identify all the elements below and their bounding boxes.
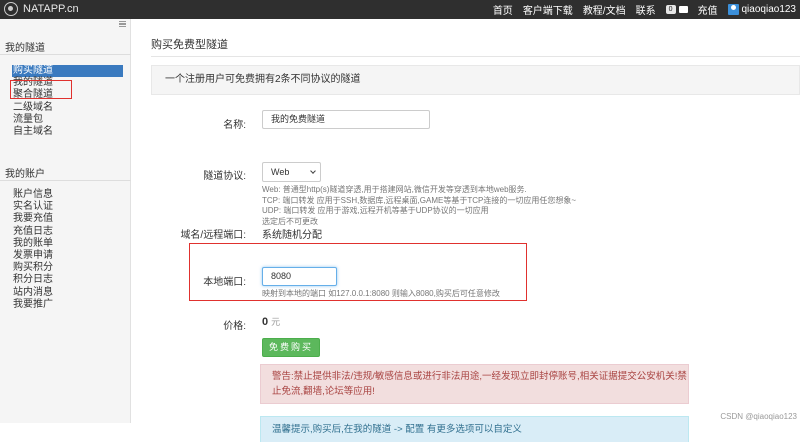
sidebar-item-verification[interactable]: 实名认证 — [13, 201, 123, 213]
protocol-help: Web: 普通型http(s)隧道穿透,用于搭建网站,微信开发等穿透到本地web… — [262, 185, 576, 227]
tunnel-name-input[interactable]: 我的免费隧道 — [262, 110, 430, 129]
user-menu[interactable]: qiaoqiao123 — [728, 4, 797, 15]
logo-icon — [4, 2, 18, 16]
brand-logo[interactable]: NATAPP.cn — [4, 2, 79, 16]
highlight-box-sidebar — [10, 80, 72, 99]
sidebar-item-buy-points[interactable]: 购买积分 — [13, 262, 123, 274]
account-menu: 账户信息 实名认证 我要充值 充值日志 我的账单 发票申请 购买积分 积分日志 … — [13, 189, 123, 311]
warning-alert: 警告:禁止提供非法/违规/敏感信息或进行非法用途,一经发现立即封停账号,相关证据… — [260, 364, 689, 404]
main-content: 购买免费型隧道 一个注册用户可免费拥有2条不同协议的隧道 名称: 我的免费隧道 … — [131, 19, 800, 423]
page-title: 购买免费型隧道 — [151, 36, 228, 52]
protocol-help-udp: UDP: 端口转发 应用于游戏,远程开机等基于UDP协议的一切应用 — [262, 206, 576, 217]
highlight-box-port — [189, 243, 527, 301]
name-label: 名称: — [191, 116, 246, 131]
protocol-selected: Web — [271, 167, 289, 177]
sidebar-item-messages[interactable]: 站内消息 — [13, 287, 123, 299]
nav-contact[interactable]: 联系 — [636, 2, 656, 17]
protocol-label: 隧道协议: — [181, 167, 246, 182]
protocol-help-web: Web: 普通型http(s)隧道穿透,用于搭建网站,微信开发等穿透到本地web… — [262, 185, 576, 196]
sidebar-item-referral[interactable]: 我要推广 — [13, 299, 123, 311]
price-display: 0元 — [262, 315, 280, 328]
sidebar-section-tunnels: 我的隧道 — [0, 33, 131, 55]
title-divider — [151, 56, 800, 57]
price-unit: 元 — [271, 317, 280, 327]
sidebar-section-account: 我的账户 — [0, 159, 131, 181]
username: qiaoqiao123 — [742, 4, 797, 15]
sidebar-item-recharge[interactable]: 我要充值 — [13, 213, 123, 225]
sidebar-item-points-log[interactable]: 积分日志 — [13, 274, 123, 286]
info-banner: 一个注册用户可免费拥有2条不同协议的隧道 — [151, 65, 800, 95]
sidebar-item-buy-tunnel[interactable]: 购买隧道 — [12, 65, 123, 77]
domain-label: 域名/远程端口: — [166, 226, 246, 241]
nav-home[interactable]: 首页 — [493, 2, 513, 17]
sidebar-item-account-info[interactable]: 账户信息 — [13, 189, 123, 201]
sidebar-item-bills[interactable]: 我的账单 — [13, 238, 123, 250]
sidebar-item-traffic-pack[interactable]: 流量包 — [13, 114, 123, 126]
menu-collapse-icon[interactable] — [119, 21, 126, 27]
nav-recharge[interactable]: 充值 — [698, 2, 718, 17]
tunnel-menu: 购买隧道 我的隧道 聚合隧道 二级域名 流量包 自主域名 — [13, 65, 123, 138]
protocol-help-tcp: TCP: 端口转发 应用于SSH,数据库,远程桌面,GAME等基于TCP连接的一… — [262, 196, 576, 207]
sidebar-item-subdomain[interactable]: 二级域名 — [13, 102, 123, 114]
watermark: CSDN @qiaoqiao123 — [720, 412, 797, 421]
nav-docs[interactable]: 教程/文档 — [583, 2, 626, 17]
sidebar: 我的隧道 购买隧道 我的隧道 聚合隧道 二级域名 流量包 自主域名 我的账户 账… — [0, 19, 131, 423]
brand-name: NATAPP.cn — [23, 3, 79, 15]
balance-count: 0 — [666, 5, 676, 14]
user-icon — [728, 4, 739, 15]
chevron-down-icon — [310, 168, 316, 174]
protocol-select[interactable]: Web — [262, 162, 321, 182]
sidebar-item-recharge-log[interactable]: 充值日志 — [13, 226, 123, 238]
nav-download[interactable]: 客户端下载 — [523, 2, 573, 17]
tip-alert: 温馨提示,购买后,在我的隧道 -> 配置 有更多选项可以自定义 — [260, 416, 689, 442]
domain-value: 系统随机分配 — [262, 226, 322, 241]
top-nav: 首页 客户端下载 教程/文档 联系 0 充值 qiaoqiao123 — [493, 0, 796, 19]
price-value: 0 — [262, 316, 268, 328]
balance-badge[interactable]: 0 — [666, 5, 688, 14]
sidebar-item-invoice[interactable]: 发票申请 — [13, 250, 123, 262]
buy-button[interactable]: 免费购买 — [262, 338, 320, 357]
sidebar-item-custom-domain[interactable]: 自主域名 — [13, 126, 123, 138]
top-navbar: NATAPP.cn 首页 客户端下载 教程/文档 联系 0 充值 qiaoqia… — [0, 0, 800, 19]
price-label: 价格: — [191, 317, 246, 332]
card-icon — [679, 6, 688, 13]
